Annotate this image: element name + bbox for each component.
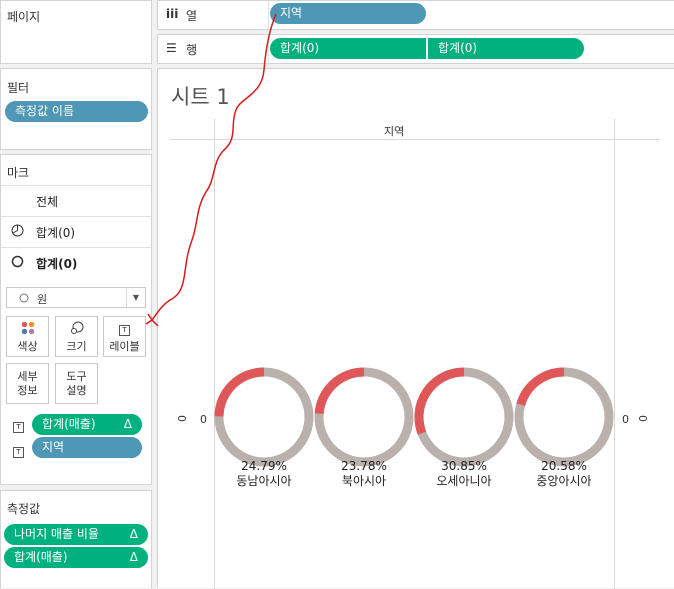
tooltip-button[interactable]: 도구 설명 [55, 363, 98, 404]
donut-chart [214, 367, 614, 467]
label-button-label: 레이블 [109, 340, 140, 353]
donut-label-1: 23.78% 북아시아 [314, 459, 414, 489]
color-button[interactable]: 색상 [6, 316, 49, 357]
marks-row-all[interactable]: 전체 [1, 185, 151, 216]
donut-label-3: 20.58% 중앙아시아 [514, 459, 614, 489]
measures-title: 측정값 [7, 502, 41, 516]
color-button-label: 색상 [17, 340, 38, 353]
marks-field-region-label: 지역 [42, 440, 65, 454]
rows-icon: ☰ [166, 41, 177, 55]
shelf-divider [268, 35, 269, 65]
size-icon [70, 321, 84, 338]
columns-shelf[interactable]: iii 열 지역 [157, 0, 674, 31]
filters-title: 필터 [7, 81, 30, 95]
detail-button[interactable]: 세부 정보 [6, 363, 49, 404]
marks-row-sum-circle-label: 합계(0) [36, 257, 78, 271]
marks-row-sum-circle[interactable]: 합계(0) [1, 247, 151, 278]
mark-type-dropdown[interactable]: 원 ▼ [6, 287, 146, 308]
mark-type-label: 원 [37, 293, 48, 306]
circle-icon [11, 255, 24, 271]
measure-pill-sum-sales[interactable]: 합계(매출) Δ [4, 547, 148, 568]
shelf-divider [268, 1, 269, 31]
donut-share-0[interactable] [214, 367, 265, 417]
filters-panel: 필터 측정값 이름 [0, 68, 152, 150]
color-dots-icon [21, 321, 35, 338]
filter-pill-measure-names[interactable]: 측정값 이름 [5, 101, 148, 122]
donut-category-2: 오세아니아 [436, 474, 492, 488]
delta-icon: Δ [129, 550, 138, 564]
marks-panel: 마크 전체 합계(0) 합계(0) 원 ▼ 색상 크기 T 레이블 세부 정보 … [0, 154, 152, 485]
donut-percent-2: 30.85% [441, 459, 487, 473]
donut-percent-1: 23.78% [341, 459, 387, 473]
measure-pill-sum-sales-label: 합계(매출) [14, 550, 68, 564]
pie-icon [11, 224, 24, 240]
size-button[interactable]: 크기 [55, 316, 98, 357]
tooltip-button-label: 도구 설명 [66, 370, 87, 397]
donut-category-0: 동남아시아 [236, 474, 292, 488]
donut-label-0: 24.79% 동남아시아 [214, 459, 314, 489]
pages-title: 페이지 [7, 10, 41, 24]
marks-row-sum-pie[interactable]: 합계(0) [1, 216, 151, 247]
donut-share-3[interactable] [516, 367, 565, 407]
donut-label-2: 30.85% 오세아니아 [414, 459, 514, 489]
columns-icon: iii [166, 7, 179, 21]
measures-panel: 측정값 나머지 매출 비율 Δ 합계(매출) Δ [0, 490, 152, 588]
chevron-down-icon: ▼ [126, 288, 145, 307]
detail-button-label: 세부 정보 [17, 370, 38, 397]
donut-share-1[interactable] [314, 367, 365, 415]
donut-percent-3: 20.58% [541, 459, 587, 473]
measure-pill-remaining-ratio[interactable]: 나머지 매출 비율 Δ [4, 524, 148, 545]
delta-icon: Δ [129, 527, 138, 541]
row-pill-sum-1[interactable]: 합계(0) [270, 38, 426, 59]
marks-field-region[interactable]: 지역 [32, 437, 142, 458]
label-icon: T [119, 322, 130, 336]
rows-label: 행 [186, 43, 198, 57]
row-pill-sum-2[interactable]: 합계(0) [428, 38, 584, 59]
marks-field-sum-sales[interactable]: 합계(매출) Δ [32, 414, 142, 435]
marks-row-all-label: 전체 [36, 195, 59, 209]
label-button[interactable]: T 레이블 [103, 316, 146, 357]
rows-shelf[interactable]: ☰ 행 합계(0) 합계(0) [157, 34, 674, 65]
measure-pill-remaining-ratio-label: 나머지 매출 비율 [14, 527, 99, 541]
mark-type-circle-icon [19, 292, 29, 306]
marks-title: 마크 [7, 166, 30, 180]
label-field-icon: T [13, 443, 24, 458]
label-field-icon: T [13, 418, 24, 433]
donut-percent-0: 24.79% [241, 459, 287, 473]
marks-row-sum-pie-label: 합계(0) [36, 226, 76, 240]
donut-category-1: 북아시아 [341, 474, 387, 488]
donut-category-3: 중앙아시아 [536, 474, 592, 488]
donut-share-2[interactable] [414, 367, 465, 435]
columns-label: 열 [186, 9, 198, 23]
size-button-label: 크기 [66, 340, 87, 353]
delta-icon: Δ [123, 417, 132, 431]
sheet-view[interactable]: 시트 1 지역 0 0 0 0 24.79% 동남아시아 23.78% 북아시아 30.… [157, 68, 674, 589]
pages-panel: 페이지 [0, 0, 152, 64]
marks-field-sum-sales-label: 합계(매출) [42, 417, 96, 431]
column-pill-region[interactable]: 지역 [270, 3, 426, 24]
